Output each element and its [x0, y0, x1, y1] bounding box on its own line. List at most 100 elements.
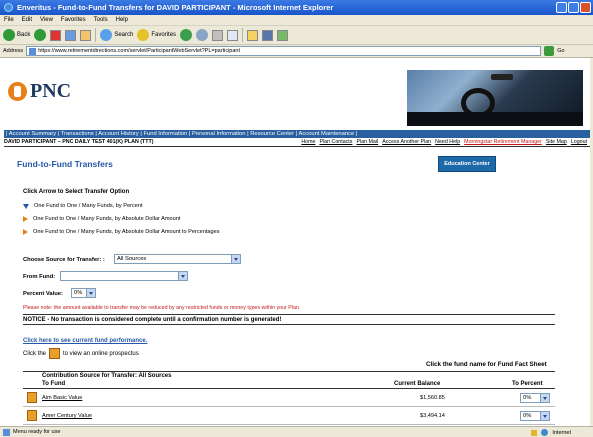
maximize-button[interactable] [568, 2, 579, 13]
chevron-down-icon[interactable] [86, 289, 95, 297]
address-label: Address [3, 48, 24, 54]
link-need-help[interactable]: Need Help [435, 139, 460, 145]
main-nav-links[interactable]: | Account Summary | Transactions | Accou… [6, 131, 357, 137]
back-arrow-icon [3, 29, 15, 41]
to-percent-select[interactable]: 0% [520, 393, 550, 403]
table-row: Amer Century Value $3,494.14 0% [23, 408, 555, 425]
close-button[interactable] [580, 2, 591, 13]
menu-favorites[interactable]: Favorites [61, 17, 86, 23]
chevron-down-icon[interactable] [178, 272, 187, 280]
history-icon[interactable] [180, 29, 193, 41]
prospectus-hint: Click the to view an online prospectus [23, 348, 139, 359]
address-input[interactable]: https://www.retirementdirections.com/ser… [26, 46, 542, 56]
extra-icon[interactable] [277, 29, 289, 41]
link-plan-mail[interactable]: Plan Mail [356, 139, 378, 145]
page-icon [3, 428, 10, 436]
table-row: Aim Basic Value $1,560.85 0% [23, 390, 555, 407]
minimize-button[interactable] [556, 2, 567, 13]
refresh-icon[interactable] [65, 29, 77, 41]
page-title: Fund-to-Fund Transfers [17, 159, 113, 169]
menu-view[interactable]: View [40, 17, 53, 23]
back-button[interactable]: Back [3, 29, 30, 41]
education-center-button[interactable]: Education Center [438, 156, 496, 172]
go-button[interactable]: Go [557, 48, 564, 54]
chevron-down-icon[interactable] [540, 394, 549, 402]
go-arrow-icon[interactable] [544, 46, 555, 56]
status-text: Menu ready for use [13, 429, 61, 435]
site-header: PNC [4, 58, 590, 130]
stop-icon[interactable] [50, 29, 62, 41]
source-label: Choose Source for Transfer: : [23, 257, 105, 263]
menu-help[interactable]: Help [116, 17, 128, 23]
user-bar: DAVID PARTICIPANT – PNC DAILY TEST 401(K… [4, 138, 590, 147]
pnc-logo[interactable]: PNC [8, 80, 71, 103]
link-access-another-plan[interactable]: Access Another Plan [382, 139, 431, 145]
collapsed-arrow-icon[interactable] [23, 229, 28, 235]
link-home[interactable]: Home [301, 139, 315, 145]
main-nav[interactable]: | Account Summary | Transactions | Accou… [4, 130, 590, 138]
fund-balance: $1,560.85 [420, 395, 445, 401]
menu-tools[interactable]: Tools [94, 17, 108, 23]
folder-icon[interactable] [247, 29, 259, 41]
messenger-icon[interactable] [262, 29, 274, 41]
mail-icon[interactable] [196, 29, 209, 41]
link-morningstar[interactable]: Morningstar Retirement Manager [464, 139, 542, 145]
edit-icon[interactable] [227, 29, 239, 41]
window-titlebar: Enveritus - Fund-to-Fund Transfers for D… [0, 0, 593, 15]
menu-bar: File Edit View Favorites Tools Help [0, 15, 593, 26]
collapsed-arrow-icon[interactable] [23, 216, 28, 222]
page-icon [29, 47, 37, 55]
browser-toolbar: Back Search Favorites [0, 26, 593, 45]
prospectus-icon [49, 348, 61, 359]
fund-name-link[interactable]: Aim Basic Value [42, 395, 82, 401]
utility-links: Home Plan Contacts Plan Mail Access Anot… [301, 139, 587, 145]
link-site-map[interactable]: Site Map [546, 139, 567, 145]
forward-button[interactable] [34, 29, 47, 41]
to-percent-select[interactable]: 0% [520, 411, 550, 421]
star-icon [137, 29, 150, 41]
table-header: To Fund Current Balance To Percent [23, 380, 555, 389]
transfer-option-percent[interactable]: One Fund to One / Many Funds, by Percent [23, 203, 143, 209]
menu-file[interactable]: File [4, 17, 14, 23]
address-url: https://www.retirementdirections.com/ser… [38, 48, 240, 54]
security-zone: Internet [531, 429, 571, 436]
from-fund-label: From Fund: [23, 274, 56, 280]
print-icon[interactable] [212, 29, 224, 41]
search-icon [100, 29, 113, 41]
status-bar: Menu ready for use Internet [0, 426, 593, 437]
page-content: PNC | Account Summary | Transactions | A… [4, 58, 590, 426]
prospectus-icon[interactable] [27, 410, 37, 421]
globe-icon [541, 429, 549, 436]
link-logout[interactable]: Logout [571, 139, 587, 145]
fund-performance-link[interactable]: Click here to see current fund performan… [23, 338, 147, 344]
fund-fact-hint: Click the fund name for Fund Fact Sheet [426, 361, 547, 368]
search-button[interactable]: Search [100, 29, 133, 41]
restriction-note: Please note: the amount available to tra… [23, 305, 301, 311]
col-to-fund: To Fund [42, 381, 66, 387]
transfer-option-dollar[interactable]: One Fund to One / Many Funds, by Absolut… [23, 216, 180, 222]
chevron-down-icon[interactable] [540, 412, 549, 420]
favorites-button[interactable]: Favorites [137, 29, 176, 41]
pnc-logo-icon [8, 82, 27, 101]
lock-icon [531, 429, 538, 436]
address-bar: Address https://www.retirementdirections… [0, 45, 593, 58]
zone-label: Internet [552, 429, 571, 436]
fund-balance: $3,494.14 [420, 413, 445, 419]
participant-plan-name: DAVID PARTICIPANT – PNC DAILY TEST 401(K… [4, 139, 154, 145]
menu-edit[interactable]: Edit [22, 17, 32, 23]
source-select[interactable]: All Sources [114, 254, 241, 264]
pnc-logo-text: PNC [30, 80, 72, 102]
home-icon[interactable] [80, 29, 92, 41]
from-fund-select[interactable] [60, 271, 188, 281]
link-plan-contacts[interactable]: Plan Contacts [319, 139, 352, 145]
transfer-option-dollar-to-percent[interactable]: One Fund to One / Many Funds, by Absolut… [23, 229, 220, 235]
ie-icon [4, 3, 13, 12]
col-to-percent: To Percent [512, 381, 543, 387]
chevron-down-icon[interactable] [231, 255, 240, 263]
percent-value-label: Percent Value: [23, 291, 63, 297]
percent-value-select[interactable]: 0% [71, 288, 96, 298]
prospectus-icon[interactable] [27, 392, 37, 403]
fund-name-link[interactable]: Amer Century Value [42, 413, 92, 419]
expanded-arrow-icon[interactable] [23, 203, 29, 209]
hero-image-driving [407, 70, 583, 126]
